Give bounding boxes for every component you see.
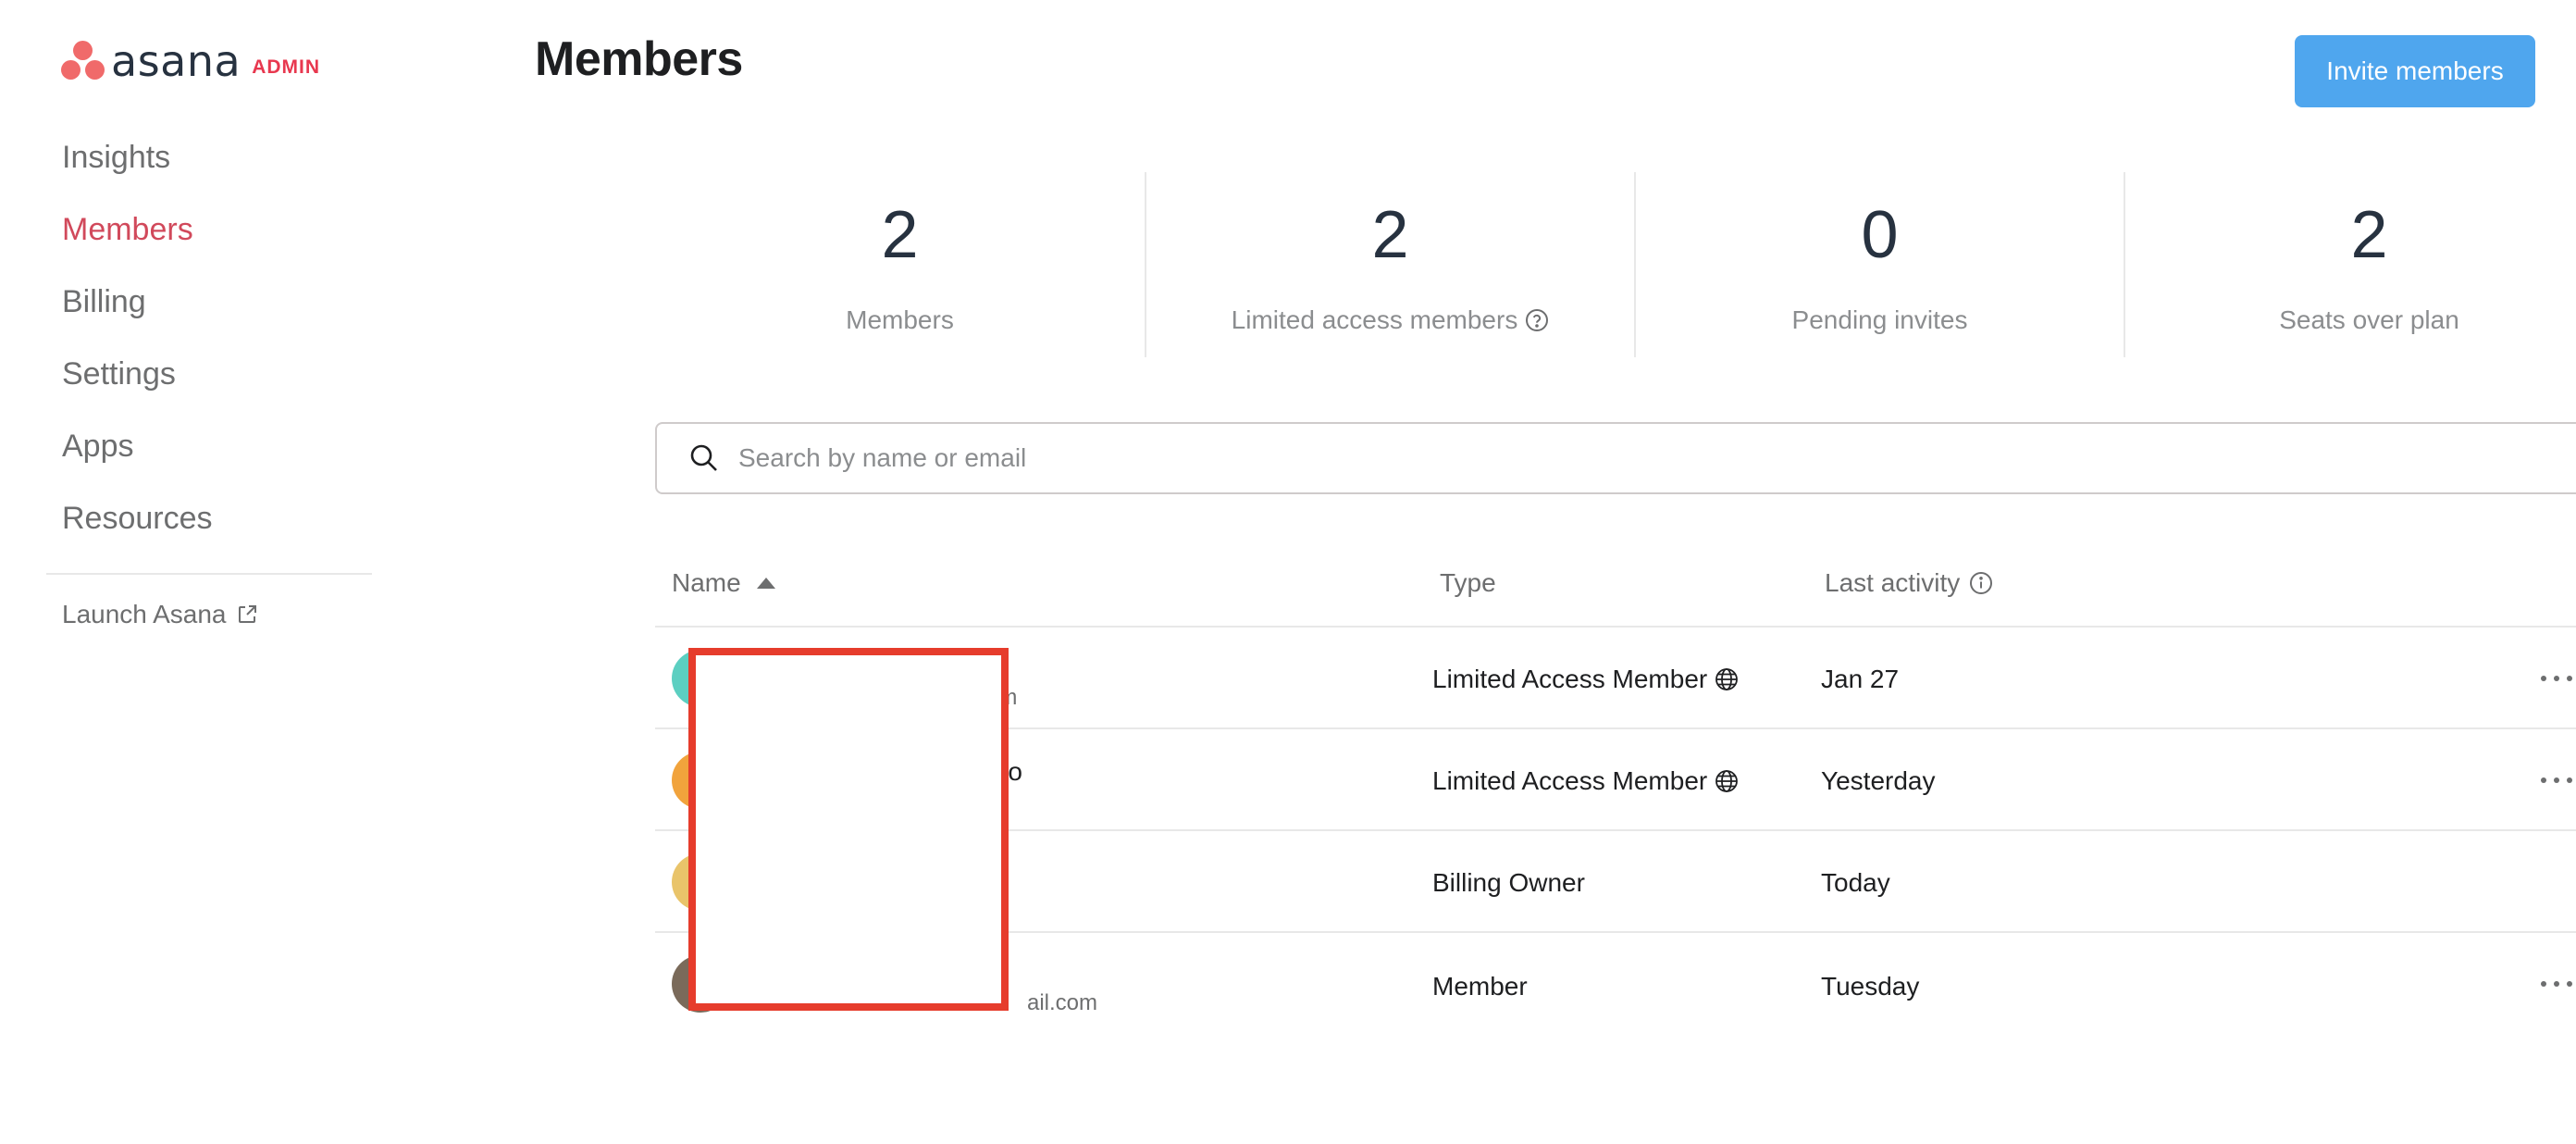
stat-label: Members [846,305,954,334]
more-options-icon[interactable] [2539,974,2576,996]
info-icon[interactable] [1969,571,1993,595]
globe-icon [1715,668,1739,690]
sidebar-divider [46,573,372,575]
sidebar-item-apps[interactable]: Apps [62,426,213,498]
stat-seats-over-plan: 2 Seats over plan [2124,172,2576,357]
member-type: Billing Owner [1432,868,1585,898]
last-activity: Jan 27 [1821,665,1900,693]
more-options-icon[interactable] [2539,770,2576,792]
logo-admin-tag: ADMIN [252,56,321,78]
member-type: Limited Access Member [1432,766,1739,796]
column-header-name[interactable]: Name [672,568,776,598]
sidebar-nav: Insights Members Billing Settings Apps R… [62,137,213,570]
sidebar-item-insights[interactable]: Insights [62,137,213,209]
invite-members-button[interactable]: Invite members [2295,35,2535,107]
stat-value: 2 [2350,198,2388,272]
more-options-icon[interactable] [2539,668,2576,690]
stat-label: Seats over plan [2279,305,2459,334]
search-box[interactable] [655,422,2576,494]
logo-wordmark: asana [111,36,242,86]
last-activity: Tuesday [1821,972,1920,1001]
member-type-label: Limited Access Member [1432,766,1708,795]
member-type: Member [1432,972,1528,1001]
globe-icon [1715,770,1739,792]
page-title: Members [535,32,743,86]
sidebar-item-settings[interactable]: Settings [62,354,213,426]
search-input[interactable] [738,443,2404,473]
asana-logo-icon [61,41,105,81]
help-circle-icon[interactable] [1525,308,1549,332]
redaction-box [688,648,1009,1011]
search-icon [690,444,717,471]
asana-logo[interactable]: asana ADMIN [61,39,320,83]
stat-limited-access: 2 Limited access members [1145,172,1634,357]
stat-label: Pending invites [1791,305,1968,334]
sidebar-item-members[interactable]: Members [62,209,213,281]
stat-value: 0 [1861,198,1899,272]
sort-ascending-icon [756,578,775,589]
stat-label: Limited access members [1231,305,1518,334]
stat-value: 2 [1371,198,1409,272]
stat-pending-invites: 0 Pending invites [1634,172,2124,357]
member-type-label: Limited Access Member [1432,665,1708,693]
column-header-type: Type [1440,568,1496,598]
column-header-name-label: Name [672,568,741,597]
member-type: Limited Access Member [1432,665,1739,694]
member-stats: 2 Members 2 Limited access members 0 Pen… [655,172,2576,357]
column-header-activity-label: Last activity [1825,568,1961,597]
last-activity: Yesterday [1821,766,1936,795]
column-header-type-label: Type [1440,568,1496,597]
sidebar-item-resources[interactable]: Resources [62,498,213,570]
member-email: ail.com [1027,990,1098,1015]
stat-members: 2 Members [655,172,1145,357]
member-type-label: Member [1432,972,1528,1001]
stat-value: 2 [881,198,919,272]
sidebar-item-billing[interactable]: Billing [62,281,213,354]
launch-asana-label: Launch Asana [62,600,227,628]
column-header-last-activity: Last activity [1825,568,1993,598]
external-link-icon [238,605,256,623]
launch-asana-link[interactable]: Launch Asana [62,600,258,629]
last-activity: Today [1821,868,1890,897]
member-type-label: Billing Owner [1432,868,1585,897]
